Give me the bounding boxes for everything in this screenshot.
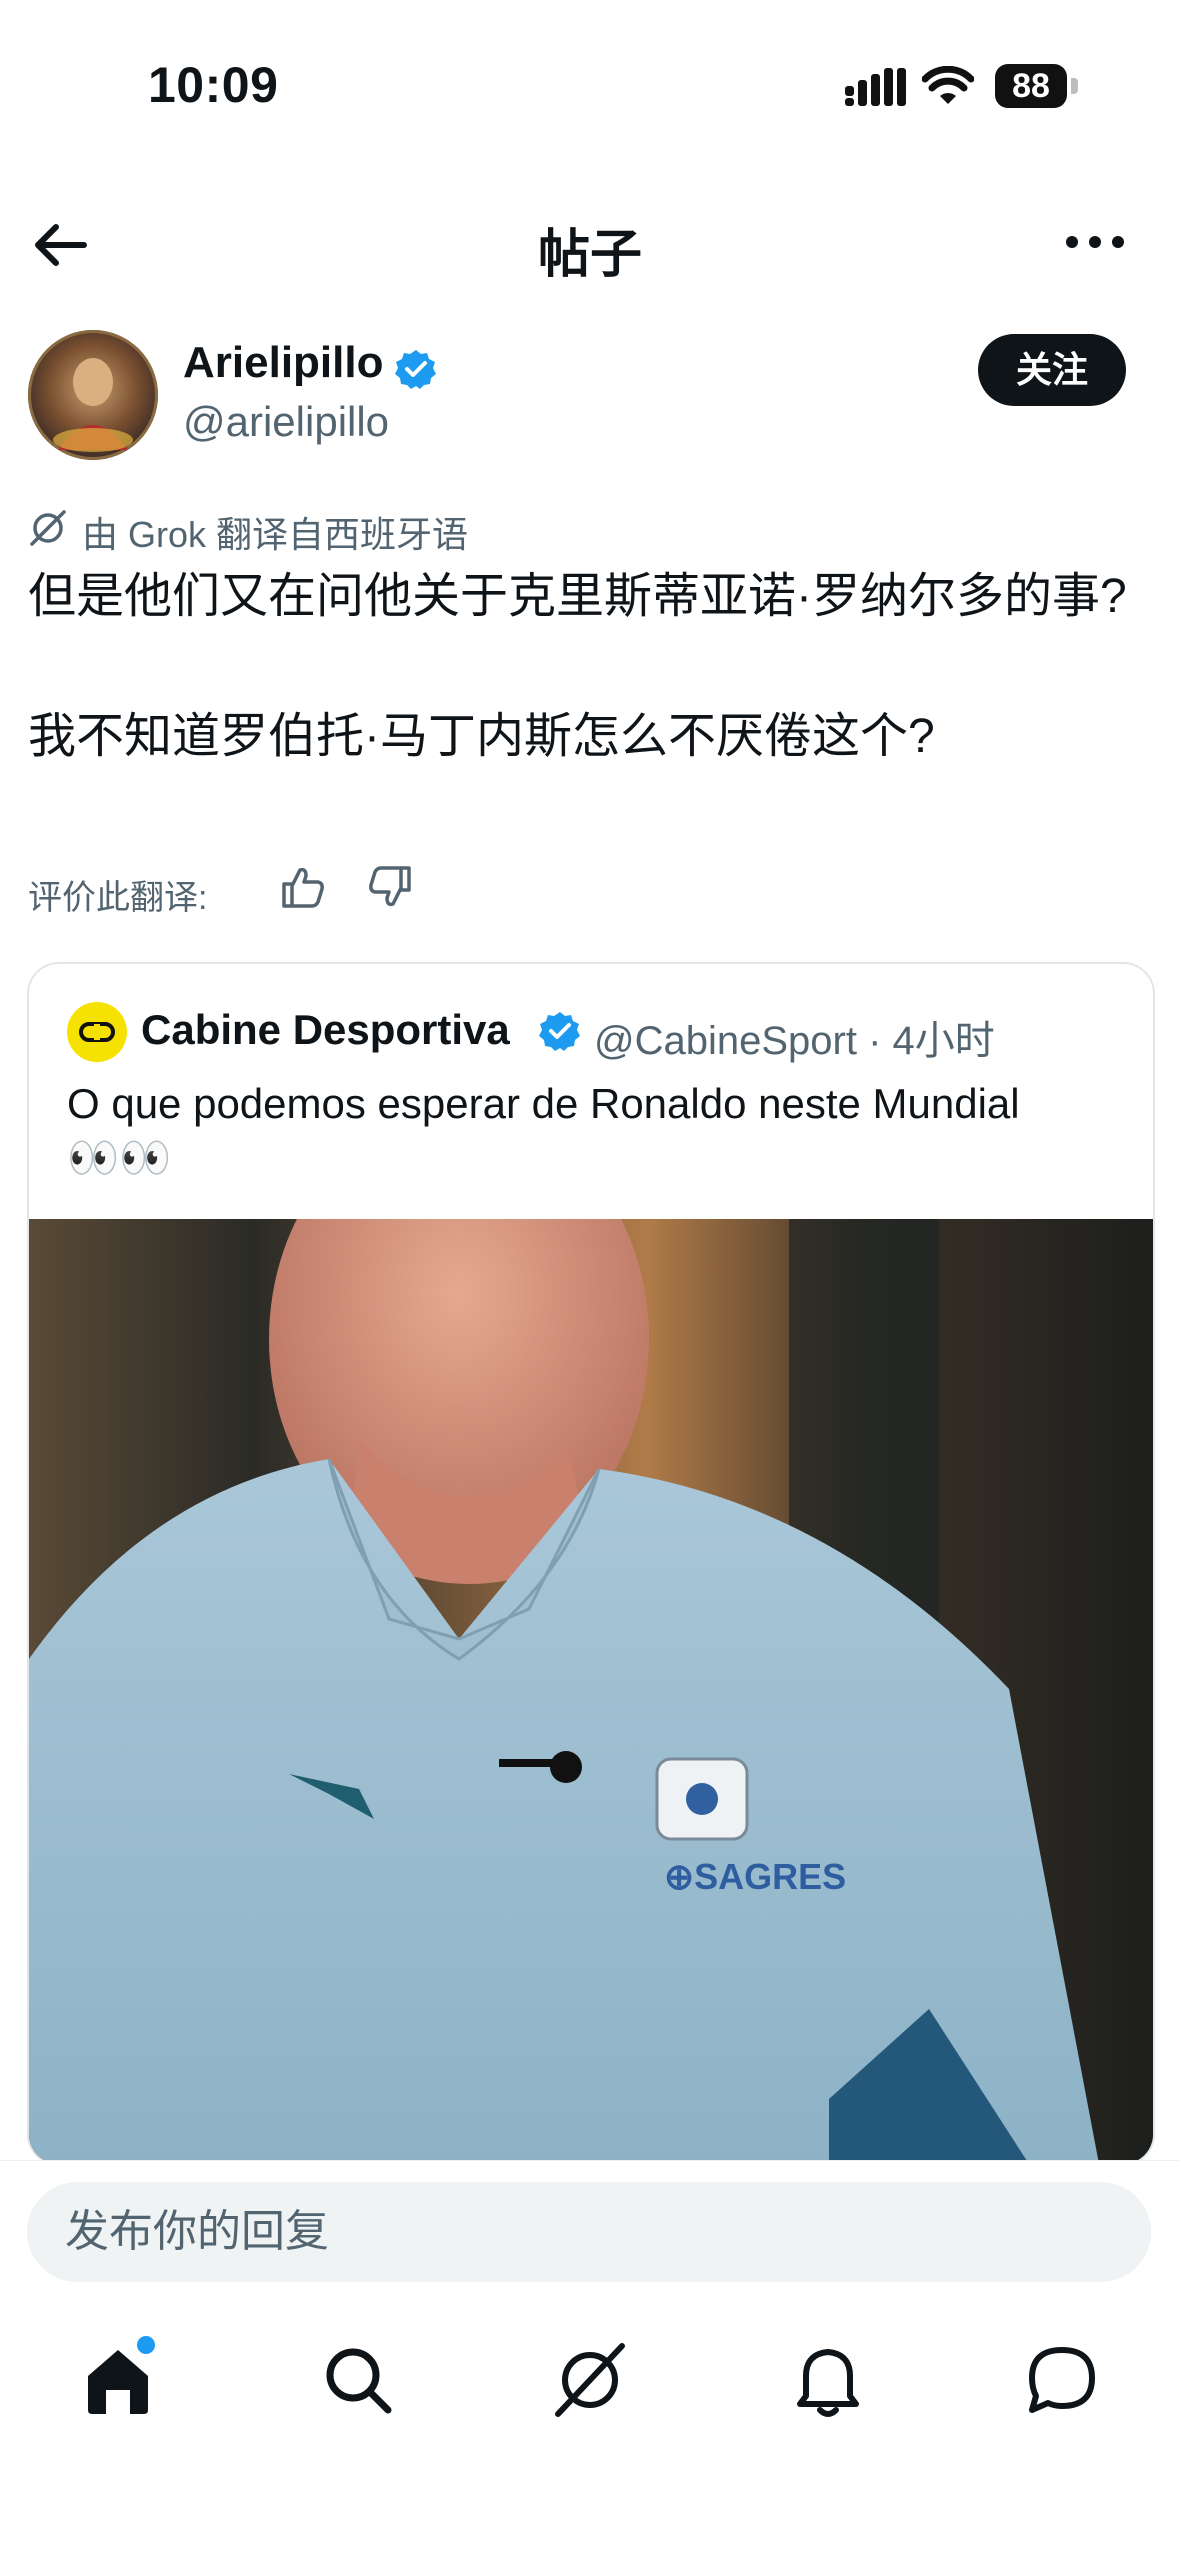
verified-badge-icon — [395, 350, 436, 389]
quoted-meta: @CabineSport · 4小时 — [594, 1019, 995, 1063]
cellular-signal-icon — [845, 68, 906, 106]
avatar[interactable] — [28, 330, 158, 460]
page-title: 帖子 — [537, 226, 642, 284]
status-time: 10:09 — [148, 57, 279, 113]
search-icon[interactable] — [318, 2340, 398, 2420]
bell-icon[interactable] — [788, 2340, 868, 2420]
quoted-text: O que podemos esperar de Ronaldo neste M… — [67, 1080, 1020, 1127]
follow-button[interactable]: 关注 — [978, 334, 1126, 406]
quoted-avatar[interactable] — [67, 1002, 127, 1062]
arrow-left-icon[interactable] — [30, 215, 90, 275]
translation-note: 由 Grok 翻译自西班牙语 — [82, 514, 469, 555]
quoted-emoji: 👀👀 — [67, 1134, 172, 1181]
author-handle[interactable]: @arielipillo — [183, 398, 389, 446]
battery-level: 88 — [1012, 67, 1050, 105]
author-name[interactable]: Arielipillo — [183, 338, 383, 388]
wifi-icon — [922, 66, 974, 104]
post-text: 但是他们又在问他关于克里斯蒂亚诺·罗纳尔多的事? 我不知道罗伯托·马丁内斯怎么不… — [28, 570, 1127, 763]
notification-dot — [137, 2336, 155, 2354]
quoted-post-card[interactable]: Cabine Desportiva @CabineSport · 4小时 O q… — [27, 962, 1155, 2166]
thumbs-up-icon[interactable] — [278, 862, 328, 912]
svg-text:⊕SAGRES: ⊕SAGRES — [664, 1856, 846, 1897]
quoted-author-name[interactable]: Cabine Desportiva — [141, 1006, 510, 1054]
grok-icon[interactable] — [550, 2340, 630, 2420]
more-horizontal-icon[interactable] — [1060, 222, 1130, 262]
thumbs-down-icon[interactable] — [365, 862, 415, 912]
reply-input[interactable] — [27, 2182, 1151, 2282]
verified-badge-icon — [539, 1012, 580, 1051]
quoted-video-frame[interactable]: ⊕SAGRES — [29, 1219, 1153, 2164]
battery-icon: 88 — [995, 64, 1079, 108]
chat-bubble-icon[interactable] — [1022, 2340, 1102, 2420]
grok-icon — [30, 510, 66, 546]
rate-translation-label: 评价此翻译: — [28, 879, 208, 917]
